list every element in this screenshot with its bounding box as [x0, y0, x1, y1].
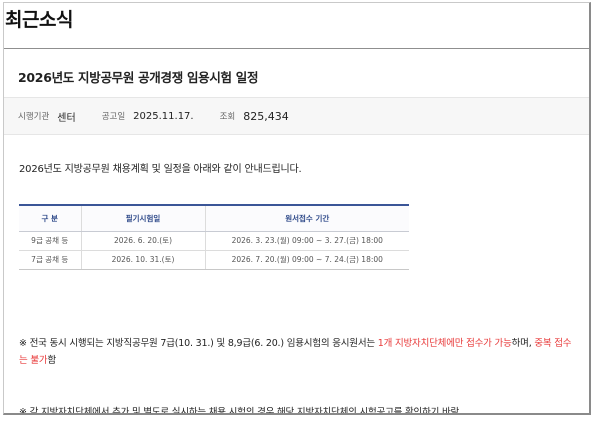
- row-exam-date: 2026. 10. 31.(토): [80, 250, 205, 270]
- row-application-period: 2026. 7. 20.(월) 09:00 ~ 7. 24.(금) 18:00: [204, 250, 409, 270]
- views-label: 조회: [219, 112, 236, 122]
- post-title: 2026년도 지방공무원 공개경쟁 임용시험 일정: [18, 70, 259, 85]
- date-value: 2025.11.17.: [133, 110, 194, 122]
- title-divider: [4, 48, 589, 49]
- page-frame: 최근소식 2026년도 지방공무원 공개경쟁 임용시험 일정 시행기관 센터 공…: [3, 2, 591, 415]
- row-exam-date: 2026. 6. 20.(토): [80, 231, 205, 251]
- table-row: 7급 공채 등 2026. 10. 31.(토) 2026. 7. 20.(월)…: [19, 250, 409, 270]
- org-label: 시행기관: [18, 112, 50, 122]
- header-exam-date: 필기시험일: [80, 204, 205, 232]
- org-value: 센터: [57, 112, 76, 124]
- row-category: 9급 공채 등: [19, 231, 81, 251]
- intro-text: 2026년도 지방공무원 채용계획 및 일정을 아래와 같이 안내드립니다.: [19, 164, 302, 175]
- note1-text-b: 하며,: [511, 338, 535, 349]
- notice-check-local-announcement: ※ 각 지방자치단체에서 추가 및 별도로 실시하는 채용 시험의 경우 해당 …: [19, 407, 460, 415]
- notice-duplicate-application: ※ 전국 동시 시행되는 지방직공무원 7급(10. 31.) 및 8,9급(6…: [19, 335, 579, 369]
- page-title: 최근소식: [5, 9, 73, 31]
- header-category: 구 분: [19, 204, 81, 232]
- views-value: 825,434: [243, 109, 289, 123]
- header-application-period: 원서접수 기간: [204, 204, 409, 232]
- row-application-period: 2026. 3. 23.(월) 09:00 ~ 3. 27.(금) 18:00: [204, 231, 409, 251]
- table-row: 9급 공채 등 2026. 6. 20.(토) 2026. 3. 23.(월) …: [19, 231, 409, 251]
- row-category: 7급 공채 등: [19, 250, 81, 270]
- date-label: 공고일: [101, 112, 126, 122]
- post-meta-bar: 시행기관 센터 공고일 2025.11.17. 조회 825,434: [4, 97, 589, 135]
- table-header-row: 구 분 필기시험일 원서접수 기간: [19, 204, 409, 232]
- note1-text-a: ※ 전국 동시 시행되는 지방직공무원 7급(10. 31.) 및 8,9급(6…: [19, 338, 378, 349]
- note1-highlight-one-region: 1개 지방자치단체에만 접수가 가능: [377, 338, 512, 349]
- note1-text-c: 함: [47, 355, 56, 366]
- schedule-table: 구 분 필기시험일 원서접수 기간 9급 공채 등 2026. 6. 20.(토…: [19, 204, 409, 270]
